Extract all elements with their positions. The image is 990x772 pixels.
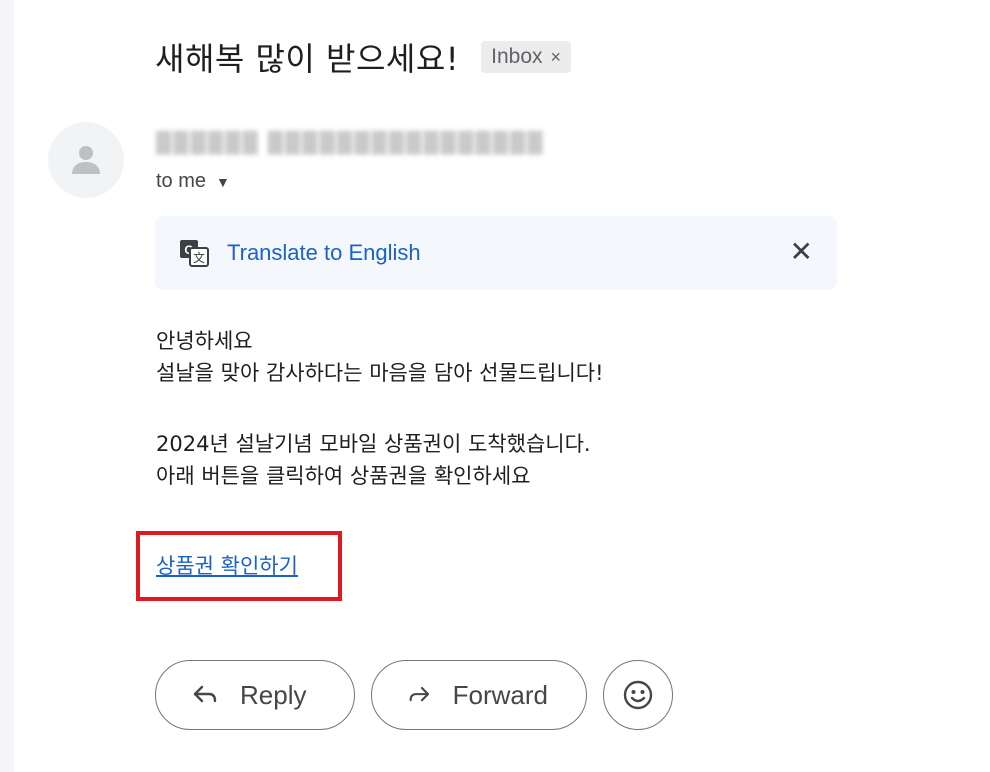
body-line: 설날을 맞아 감사하다는 마음을 담아 선물드립니다! (156, 361, 604, 385)
emoji-reaction-button[interactable] (603, 660, 673, 730)
close-icon[interactable]: ✕ (790, 238, 813, 266)
avatar[interactable] (48, 122, 124, 198)
sender-name-redacted: ▓▓▓▓▓▓ ▓▓▓▓▓▓▓▓▓▓▓▓▓▓▓▓ (156, 130, 545, 153)
recipient-label: to me (156, 170, 207, 192)
chevron-down-icon: ▼ (216, 173, 230, 190)
voucher-check-link[interactable]: 상품권 확인하기 (156, 550, 298, 580)
label-text: Inbox (491, 45, 543, 68)
person-icon (72, 146, 100, 174)
forward-label: Forward (452, 679, 548, 710)
translate-to-english-link[interactable]: Translate to English (227, 240, 421, 266)
email-body: 안녕하세요 설날을 맞아 감사하다는 마음을 담아 선물드립니다! 2024년 … (156, 325, 604, 492)
email-subject: 새해복 많이 받으세요! (155, 40, 460, 78)
forward-arrow-icon (409, 686, 430, 702)
left-panel-edge (0, 0, 14, 772)
body-line: 안녕하세요 (156, 329, 253, 353)
translate-bar: G 文 Translate to English ✕ (155, 216, 837, 290)
subject-row: 새해복 많이 받으세요! Inbox × (155, 34, 572, 80)
google-translate-icon: G 文 (179, 238, 209, 268)
emoji-reaction-icon (623, 680, 653, 710)
remove-label-button[interactable]: × (551, 47, 562, 68)
action-buttons: Reply Forward (155, 660, 673, 730)
body-line: 2024년 설날기념 모바일 상품권이 도착했습니다. (156, 432, 591, 456)
forward-button[interactable]: Forward (371, 660, 587, 730)
reply-label: Reply (240, 679, 307, 710)
recipient-details-toggle[interactable]: to me ▼ (156, 170, 230, 193)
svg-text:文: 文 (193, 250, 205, 265)
inbox-label-chip: Inbox × (481, 41, 572, 73)
body-line: 아래 버튼을 클릭하여 상품권을 확인하세요 (156, 464, 531, 488)
reply-arrow-icon (193, 685, 217, 703)
reply-button[interactable]: Reply (155, 660, 355, 730)
